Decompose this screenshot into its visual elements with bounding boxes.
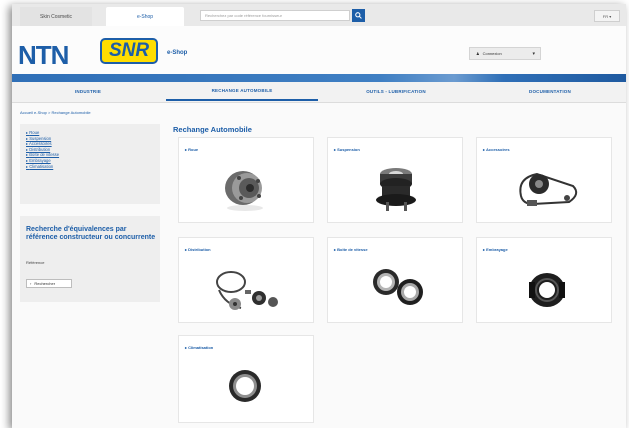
arrow-right-icon: › <box>30 281 32 286</box>
page-title: Rechange Automobile <box>173 125 252 134</box>
nav-industrie[interactable]: INDUSTRIE <box>12 82 164 101</box>
sidebar-item-climatisation[interactable]: ▸ Climatisation <box>26 164 59 170</box>
banner-strip <box>12 74 626 82</box>
equivalence-search-box: Recherche d'équivalences par référence c… <box>20 216 160 302</box>
sidebar-item-label: Climatisation <box>29 163 54 169</box>
language-select[interactable]: FR ▾ <box>594 10 620 22</box>
belt-kit-image <box>519 172 578 206</box>
category-card-distribution[interactable]: ▸ Distribution <box>178 237 314 323</box>
account-label: Connexion <box>482 51 502 56</box>
account-dropdown[interactable]: ♟ Connexion ▾ <box>469 47 541 60</box>
sidebar-item-label: Roue <box>29 130 40 135</box>
category-card-climatisation[interactable]: ▸ Climatisation <box>178 335 314 423</box>
browser-frame: Skin Cosmetic e-Shop Recherchez par code… <box>12 4 626 428</box>
nav-outils-lubrification[interactable]: OUTILS - LUBRIFICATION <box>320 82 472 101</box>
tab-eshop[interactable]: e-Shop <box>106 7 184 26</box>
search-button[interactable] <box>352 9 365 22</box>
nav-documentation[interactable]: DOCUMENTATION <box>474 82 626 101</box>
breadcrumb[interactable]: Accueil e-Shop > Rechange Automobile <box>20 110 91 115</box>
category-card-embrayage[interactable]: ▸ Embrayage <box>476 237 612 323</box>
snr-logo[interactable]: SNR <box>100 38 158 64</box>
category-card-boite-de-vitesse[interactable]: ▸ Boîte de vitesse <box>327 237 463 323</box>
equivalence-title: Recherche d'équivalences par référence c… <box>26 226 156 241</box>
sidebar-item-label: Suspension <box>29 135 52 141</box>
reference-label: Référence <box>26 260 45 265</box>
gearbox-bearings-image <box>373 269 423 305</box>
sidebar-item-label: Embrayage <box>29 157 51 163</box>
rechercher-button[interactable]: › Rechercher <box>26 279 72 288</box>
main-nav: INDUSTRIE RECHANGE AUTOMOBILE OUTILS - L… <box>12 82 626 103</box>
rechercher-label: Rechercher <box>34 281 56 286</box>
eshop-label: e-Shop <box>167 50 188 56</box>
top-bar: Skin Cosmetic e-Shop Recherchez par code… <box>12 4 626 27</box>
tab-skin-cosmetic[interactable]: Skin Cosmetic <box>20 7 92 26</box>
ac-bearing-image <box>229 370 261 402</box>
search-icon <box>355 12 362 19</box>
ntn-logo[interactable]: NTN <box>18 40 69 71</box>
category-list-box: ▸ Roue ▸ Suspension ▸ Accessoires ▸ Dist… <box>20 124 160 204</box>
clutch-bearing-image <box>529 273 565 307</box>
chevron-down-icon: ▾ <box>532 50 535 57</box>
category-card-suspension[interactable]: ▸ Suspension <box>327 137 463 223</box>
search-input[interactable]: Recherchez par code référence fournisseu… <box>200 10 350 21</box>
sidebar-item-label: Accessoires <box>29 141 52 147</box>
wheel-hub-image <box>225 171 263 211</box>
suspension-mount-image <box>376 168 416 211</box>
logo-area: NTN SNR e-Shop ♟ Connexion ▾ <box>12 26 626 76</box>
timing-kit-image <box>216 271 278 310</box>
sidebar-item-label: Boîte de vitesse <box>29 152 60 158</box>
user-icon: ♟ <box>476 51 480 56</box>
category-card-roue[interactable]: ▸ Roue <box>178 137 314 223</box>
category-card-accessoires[interactable]: ▸ Accessoires <box>476 137 612 223</box>
nav-rechange-automobile[interactable]: RECHANGE AUTOMOBILE <box>166 82 318 101</box>
sidebar-item-label: Distribution <box>29 146 51 152</box>
category-list: ▸ Roue ▸ Suspension ▸ Accessoires ▸ Dist… <box>26 130 59 169</box>
